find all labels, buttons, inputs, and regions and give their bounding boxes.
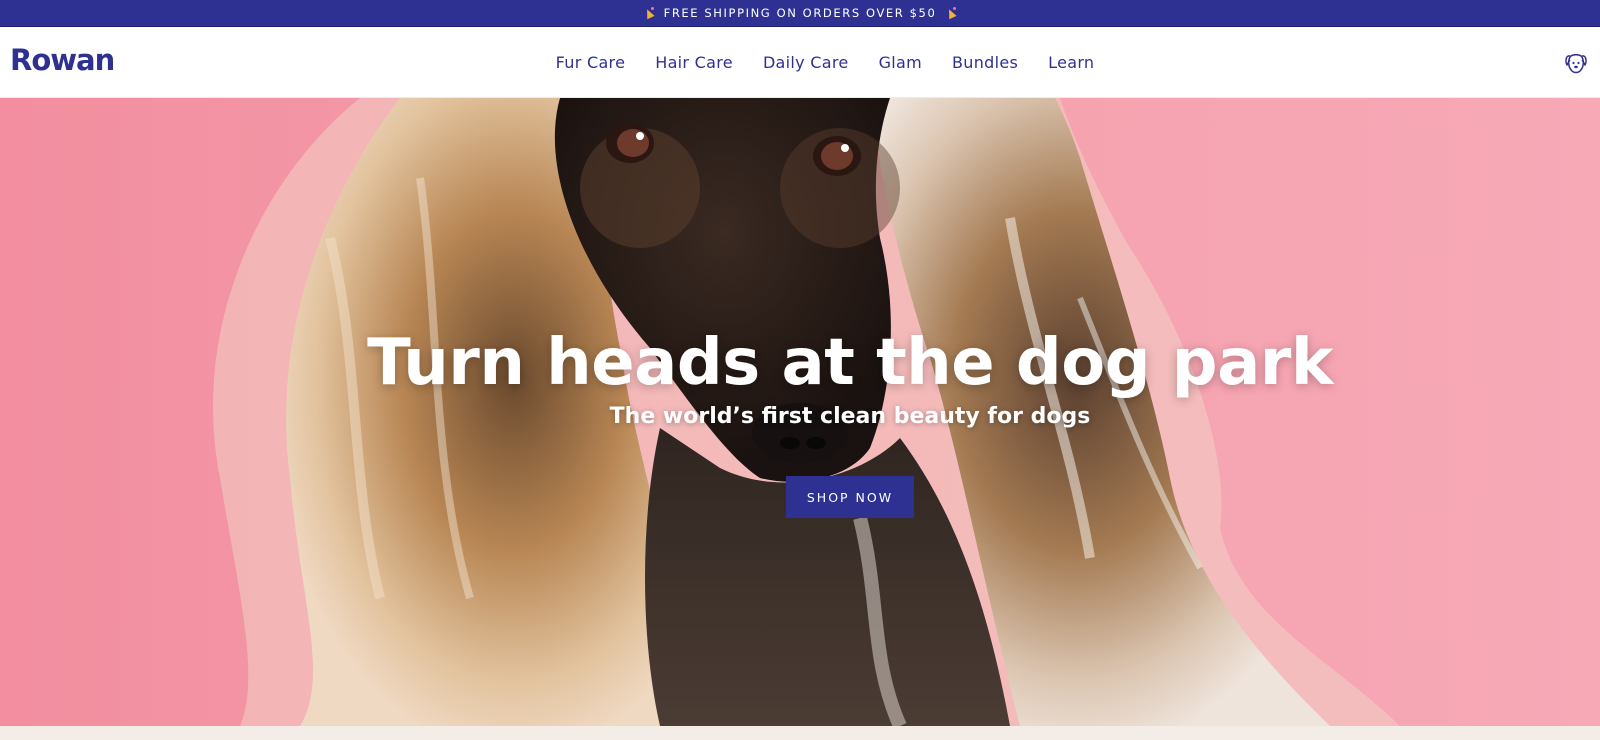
hero-headline: Turn heads at the dog park — [367, 326, 1333, 400]
main-nav: Fur Care Hair Care Daily Care Glam Bundl… — [0, 27, 1600, 98]
hero-copy: Turn heads at the dog park The world’s f… — [0, 98, 1600, 726]
nav-glam[interactable]: Glam — [879, 53, 922, 72]
logo[interactable]: Rowan — [10, 43, 115, 77]
announcement-bar: FREE SHIPPING ON ORDERS OVER $50 — [0, 0, 1600, 27]
dog-face-icon[interactable] — [1564, 52, 1588, 74]
nav-daily-care[interactable]: Daily Care — [763, 53, 849, 72]
nav-learn[interactable]: Learn — [1048, 53, 1094, 72]
nav-hair-care[interactable]: Hair Care — [655, 53, 733, 72]
party-popper-icon — [644, 7, 654, 19]
nav-fur-care[interactable]: Fur Care — [556, 53, 626, 72]
party-popper-icon — [946, 7, 957, 19]
nav-bundles[interactable]: Bundles — [952, 53, 1018, 72]
site-header: Rowan Fur Care Hair Care Daily Care Glam… — [0, 27, 1600, 98]
shop-now-button[interactable]: SHOP NOW — [786, 476, 914, 518]
hero-banner: Turn heads at the dog park The world’s f… — [0, 98, 1600, 726]
hero-subhead: The world’s first clean beauty for dogs — [609, 404, 1091, 429]
next-section-edge — [0, 726, 1600, 740]
announcement-text: FREE SHIPPING ON ORDERS OVER $50 — [663, 6, 937, 20]
